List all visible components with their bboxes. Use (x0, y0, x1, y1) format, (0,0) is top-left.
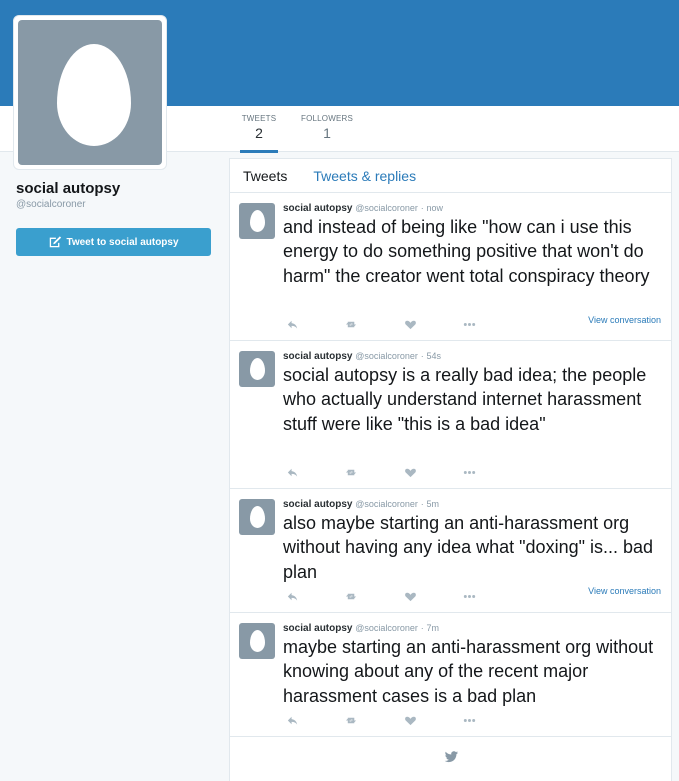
retweet-icon[interactable] (345, 714, 358, 727)
egg-icon (250, 630, 265, 652)
tweet-meta: social autopsy @socialcoroner · 7m (283, 623, 439, 634)
tweet[interactable]: social autopsy @socialcoroner · 7m maybe… (230, 613, 671, 737)
tweet-avatar[interactable] (239, 203, 275, 239)
tweet-text: social autopsy is a really bad idea; the… (283, 365, 647, 434)
tweet-avatar[interactable] (239, 499, 275, 535)
tweet-author-handle[interactable]: @socialcoroner (355, 203, 418, 213)
like-icon[interactable] (404, 466, 417, 479)
separator: · (420, 203, 424, 213)
egg-icon (250, 506, 265, 528)
like-icon[interactable] (404, 590, 417, 603)
tweet-to-label: Tweet to social autopsy (66, 236, 179, 248)
profile-handle[interactable]: @socialcoroner (16, 199, 86, 210)
tweet-timestamp[interactable]: 5m (426, 499, 439, 509)
egg-icon (250, 210, 265, 232)
tweet-actions (286, 590, 486, 604)
profile-avatar[interactable] (13, 15, 167, 170)
tweet-timestamp[interactable]: now (426, 203, 443, 213)
timeline: Tweets Tweets & replies social autopsy @… (229, 158, 672, 781)
stat-followers[interactable]: FOLLOWERS 1 (299, 114, 355, 141)
tweet-text: maybe starting an anti-harassment org wi… (283, 637, 654, 706)
tweet-actions (286, 318, 486, 332)
tweet-to-button[interactable]: Tweet to social autopsy (16, 228, 211, 256)
view-conversation-link[interactable]: View conversation (588, 315, 661, 325)
tweet-author-name[interactable]: social autopsy (283, 203, 352, 214)
separator: · (420, 499, 424, 509)
more-icon[interactable] (463, 590, 476, 603)
tweet[interactable]: social autopsy @socialcoroner · 54s soci… (230, 341, 671, 489)
tweet-meta: social autopsy @socialcoroner · 54s (283, 351, 441, 362)
tweet-author-name[interactable]: social autopsy (283, 499, 352, 510)
timeline-tabs: Tweets Tweets & replies (230, 159, 671, 193)
reply-icon[interactable] (286, 590, 299, 603)
egg-icon (250, 358, 265, 380)
tab-tweets-replies[interactable]: Tweets & replies (313, 168, 416, 184)
tweet-author-name[interactable]: social autopsy (283, 623, 352, 634)
tweet-author-handle[interactable]: @socialcoroner (355, 499, 418, 509)
stat-value: 1 (323, 125, 331, 141)
separator: · (420, 623, 424, 633)
tweet[interactable]: social autopsy @socialcoroner · 5m also … (230, 489, 671, 613)
tab-tweets[interactable]: Tweets (243, 168, 287, 184)
compose-icon (50, 236, 62, 248)
tweet-timestamp[interactable]: 7m (426, 623, 439, 633)
reply-icon[interactable] (286, 466, 299, 479)
reply-icon[interactable] (286, 714, 299, 727)
tweet-timestamp[interactable]: 54s (426, 351, 441, 361)
tweet-meta: social autopsy @socialcoroner · 5m (283, 499, 439, 510)
tweet[interactable]: social autopsy @socialcoroner · now and … (230, 193, 671, 341)
separator: · (420, 351, 424, 361)
tweet-actions (286, 466, 486, 480)
stat-tweets[interactable]: TWEETS 2 (240, 114, 278, 153)
retweet-icon[interactable] (345, 590, 358, 603)
tweet-author-name[interactable]: social autopsy (283, 351, 352, 362)
bird-icon (444, 751, 458, 763)
tweet-avatar[interactable] (239, 351, 275, 387)
tweet-author-handle[interactable]: @socialcoroner (355, 351, 418, 361)
retweet-icon[interactable] (345, 466, 358, 479)
egg-icon (57, 44, 131, 146)
stat-value: 2 (255, 125, 263, 141)
tweet-meta: social autopsy @socialcoroner · now (283, 203, 443, 214)
reply-icon[interactable] (286, 318, 299, 331)
more-icon[interactable] (463, 714, 476, 727)
avatar-placeholder (18, 20, 162, 165)
timeline-footer (230, 737, 671, 777)
profile-name[interactable]: social autopsy (16, 180, 120, 197)
more-icon[interactable] (463, 318, 476, 331)
tweet-author-handle[interactable]: @socialcoroner (355, 623, 418, 633)
tweet-actions (286, 714, 486, 728)
tweet-text: and instead of being like "how can i use… (283, 217, 650, 286)
stat-label: TWEETS (241, 114, 277, 123)
like-icon[interactable] (404, 714, 417, 727)
tweet-text: also maybe starting an anti-harassment o… (283, 513, 654, 582)
more-icon[interactable] (463, 466, 476, 479)
tweet-avatar[interactable] (239, 623, 275, 659)
view-conversation-link[interactable]: View conversation (588, 586, 661, 596)
retweet-icon[interactable] (345, 318, 358, 331)
like-icon[interactable] (404, 318, 417, 331)
stat-label: FOLLOWERS (300, 114, 354, 123)
